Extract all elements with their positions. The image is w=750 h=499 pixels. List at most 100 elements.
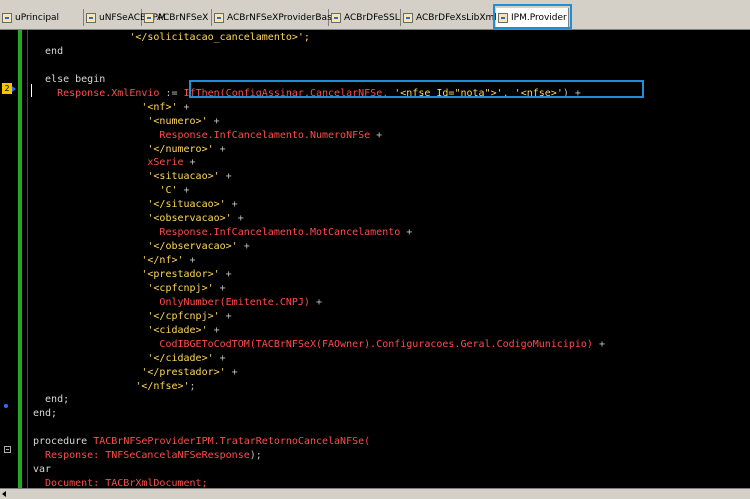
code-token: + — [592, 338, 605, 350]
tab-uprincipal[interactable]: uPrincipal — [0, 9, 84, 26]
code-line[interactable]: OnlyNumber(Emitente.CNPJ) + — [33, 295, 322, 310]
code-line[interactable]: '</solicitacao_cancelamento>'; — [33, 30, 310, 45]
code-line[interactable]: end; — [33, 406, 57, 421]
code-token: + — [213, 282, 226, 294]
unit-file-icon — [214, 12, 224, 23]
unit-file-icon — [86, 12, 96, 23]
code-token: Response: TNFSeCancelaNFSeResponse — [33, 450, 250, 462]
code-token: var — [33, 464, 52, 476]
bookmark-icon[interactable]: 2 — [2, 83, 12, 94]
code-token: '<observacao>' — [33, 213, 232, 225]
code-token: + — [219, 268, 232, 280]
code-token: Response.InfCancelamento.NumeroNFSe — [33, 129, 371, 141]
code-token: '<cidade>' — [33, 324, 208, 336]
code-token: end — [33, 45, 64, 57]
code-token: + — [370, 129, 383, 141]
code-token: + — [207, 115, 220, 127]
code-line[interactable]: '<prestador>' + — [33, 267, 232, 282]
code-token: + — [231, 213, 244, 225]
code-token: + — [183, 157, 196, 169]
code-line[interactable]: end — [33, 44, 63, 59]
code-token: + — [207, 324, 220, 336]
code-token: + — [237, 241, 250, 253]
code-line[interactable]: '</cpfcnpj>' + — [33, 309, 232, 324]
code-token: CodIBGEToCodTOM(TACBrNFSeX(FAOwner).Conf… — [33, 338, 593, 350]
horizontal-scrollbar[interactable] — [0, 488, 750, 499]
code-token: + — [213, 143, 226, 155]
modified-lines-bar — [18, 30, 22, 488]
breakpoint-dot-icon[interactable] — [4, 404, 8, 408]
code-token: '</observacao>' — [33, 241, 238, 253]
code-token: end; — [33, 394, 70, 406]
unit-file-icon — [331, 12, 341, 23]
code-line[interactable]: '</cidade>' + — [33, 351, 225, 366]
tab-label: uPrincipal — [15, 12, 60, 23]
code-line[interactable]: procedure TACBrNFSeProviderIPM.TratarRet… — [33, 434, 370, 449]
tab-acbrdfexslibxml2[interactable]: ACBrDFeXsLibXml2 — [401, 9, 503, 26]
code-line[interactable]: else begin — [33, 72, 105, 87]
code-token: '<nf>' — [33, 101, 178, 113]
tab-acbrnfsexproviderbase[interactable]: ACBrNFSeXProviderBase — [212, 9, 337, 26]
code-line[interactable]: '</nfse>'; — [33, 379, 195, 394]
code-line[interactable]: Response.InfCancelamento.NumeroNFSe + — [33, 128, 382, 143]
text-cursor — [31, 84, 32, 97]
code-token: + — [309, 296, 322, 308]
highlight-active-tab — [493, 4, 572, 29]
code-token: 'C' — [33, 185, 178, 197]
code-token: := — [159, 87, 184, 99]
code-line[interactable]: Response: TNFSeCancelaNFSeResponse); — [33, 448, 262, 463]
code-line[interactable]: '<numero>' + — [33, 114, 220, 129]
code-line[interactable]: '</situacao>' + — [33, 197, 237, 212]
code-token: '</nfse>' — [33, 380, 190, 392]
code-line[interactable]: '<cidade>' + — [33, 323, 220, 338]
tab-unfseacbripm[interactable]: uNFSeACBrIPM — [84, 9, 166, 26]
unit-file-icon — [403, 12, 413, 23]
code-token: Response.XmlEnvio — [33, 87, 160, 99]
code-token: + — [219, 171, 232, 183]
scroll-left-arrow-icon[interactable] — [2, 491, 6, 497]
highlight-ifthen-expression — [189, 80, 644, 98]
code-token: TACBrNFSeProviderIPM.TratarRetornoCancel… — [93, 436, 371, 448]
code-token: '</nf>' — [33, 255, 184, 267]
code-line[interactable]: '<nf>' + — [33, 100, 190, 115]
code-token: '</prestador>' — [33, 366, 226, 378]
code-fold-line — [27, 30, 28, 488]
code-token: '<numero>' — [33, 115, 208, 127]
unit-file-icon — [2, 12, 12, 23]
code-token: '</numero>' — [33, 143, 214, 155]
code-line[interactable]: '</prestador>' + — [33, 365, 238, 380]
code-token: + — [400, 227, 413, 239]
code-token: '<cpfcnpj>' — [33, 282, 214, 294]
code-line[interactable]: '<cpfcnpj>' + — [33, 281, 226, 296]
tab-acbrdfessl[interactable]: ACBrDFeSSL — [329, 9, 401, 26]
code-line[interactable]: CodIBGEToCodTOM(TACBrNFSeX(FAOwner).Conf… — [33, 337, 605, 352]
unit-file-icon — [144, 12, 154, 23]
tab-acbrnfsex[interactable]: ACBrNFSeX — [142, 9, 212, 26]
code-token: + — [219, 310, 232, 322]
code-token: '</situacao>' — [33, 199, 226, 211]
code-token: '<prestador>' — [33, 268, 220, 280]
execution-point-icon — [12, 86, 16, 92]
code-line[interactable]: '<situacao>' + — [33, 169, 232, 184]
code-editor[interactable]: '</solicitacao_cancelamento>'; end else … — [33, 30, 750, 489]
code-line[interactable]: '</observacao>' + — [33, 239, 250, 254]
code-token: ); — [249, 450, 262, 462]
code-token: OnlyNumber(Emitente.CNPJ) — [33, 296, 310, 308]
code-token: Response.InfCancelamento.MotCancelamento — [33, 227, 401, 239]
code-token: + — [177, 101, 190, 113]
code-line[interactable]: '</numero>' + — [33, 142, 226, 157]
code-line[interactable]: 'C' + — [33, 183, 189, 198]
fold-collapse-icon[interactable] — [4, 446, 11, 453]
code-token: '</cidade>' — [33, 352, 214, 364]
tab-label: ACBrNFSeXProviderBase — [227, 12, 338, 23]
code-line[interactable]: end; — [33, 392, 69, 407]
code-line[interactable]: '<observacao>' + — [33, 211, 244, 226]
code-token: + — [225, 366, 238, 378]
code-token: '<situacao>' — [33, 171, 220, 183]
code-token: else begin — [33, 73, 106, 85]
code-line[interactable]: Response.InfCancelamento.MotCancelamento… — [33, 225, 412, 240]
code-line[interactable]: xSerie + — [33, 155, 196, 170]
tab-label: ACBrNFSeX — [157, 12, 209, 23]
code-line[interactable]: '</nf>' + — [33, 253, 195, 268]
code-line[interactable]: var — [33, 462, 51, 477]
